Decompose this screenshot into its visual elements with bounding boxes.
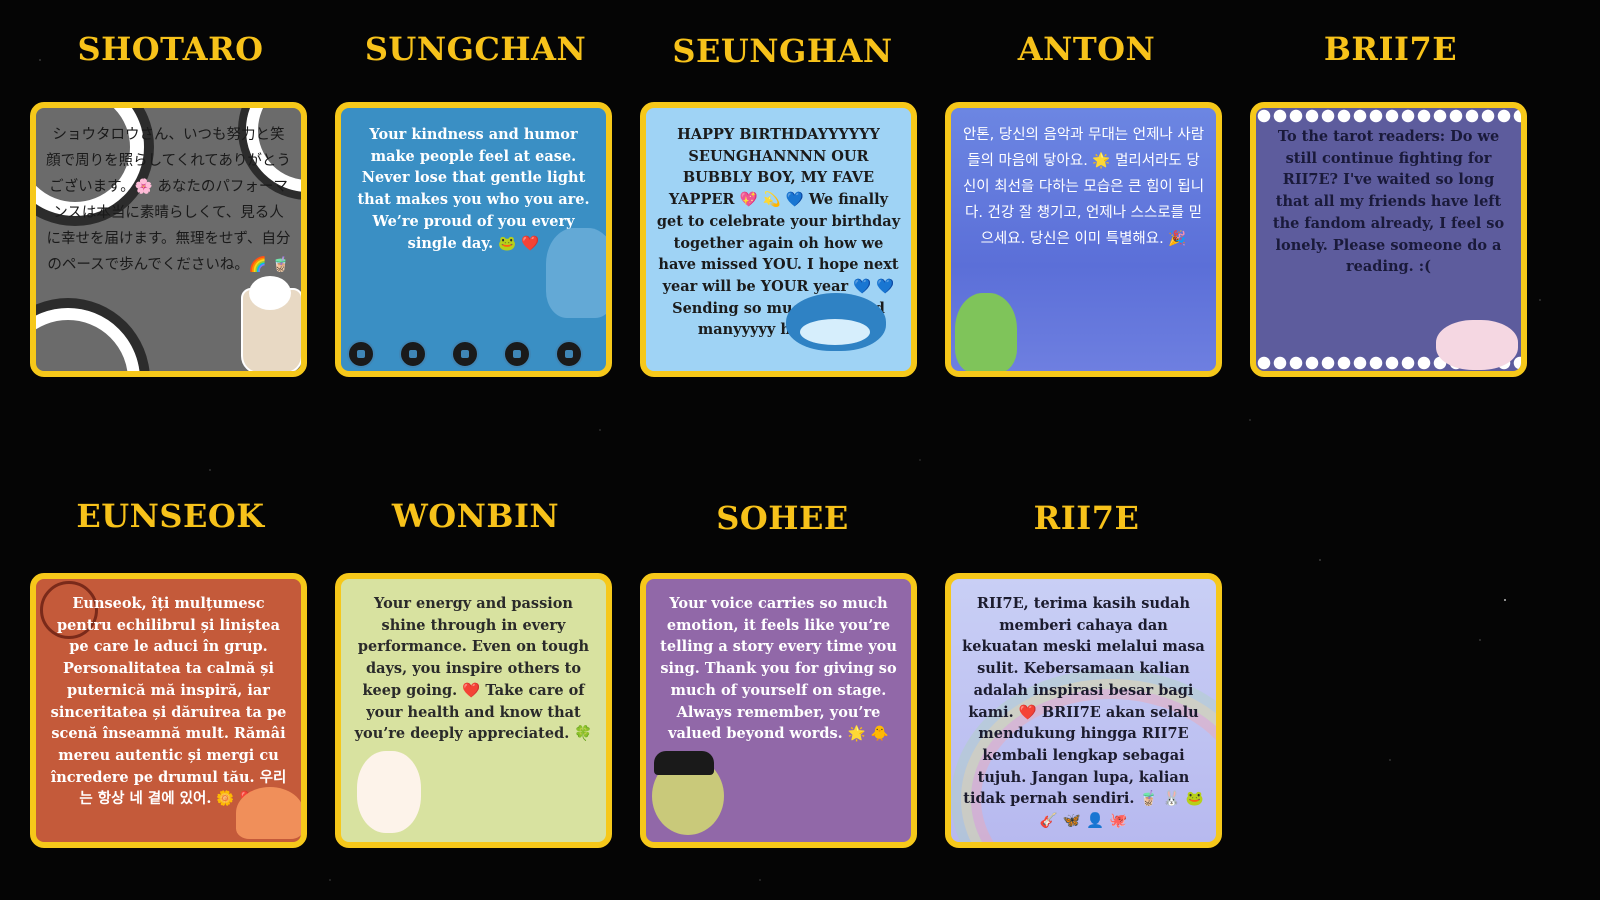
- soccer-ball-icon: [347, 340, 375, 368]
- mascot-sticker: [236, 787, 301, 839]
- card-shotaro: ショウタロウさん、いつも努力と笑顔で周りを照らしてくれてありがとうございます。🌸…: [30, 102, 307, 377]
- message-eunseok: Eunseok, îți mulțumesc pentru echilibrul…: [50, 595, 287, 808]
- message-rii7e: RII7E, terima kasih sudah memberi cahaya…: [962, 595, 1205, 830]
- lace-border: [1256, 108, 1521, 124]
- whale-sticker: [786, 293, 886, 351]
- dragon-plush-sticker: [546, 228, 606, 318]
- soccer-ball-icon: [451, 340, 479, 368]
- message-shotaro: ショウタロウさん、いつも努力と笑顔で周りを照らしてくれてありがとうございます。🌸…: [46, 127, 291, 273]
- message-brii7e: To the tarot readers: Do we still contin…: [1272, 128, 1505, 276]
- dinosaur-sticker: [955, 293, 1017, 371]
- title-shotaro: SHOTARO: [77, 30, 264, 68]
- card-sohee: Your voice carries so much emotion, it f…: [640, 573, 917, 848]
- title-rii7e: RII7E: [1033, 499, 1140, 537]
- card-wonbin: Your energy and passion shine through in…: [335, 573, 612, 848]
- card-seunghan: HAPPY BIRTHDAYYYYYY SEUNGHANNNN OUR BUBB…: [640, 102, 917, 377]
- soccer-ball-icon: [503, 340, 531, 368]
- bunny-sticker: [1436, 320, 1518, 370]
- card-sungchan: Your kindness and humor make people feel…: [335, 102, 612, 377]
- card-brii7e: To the tarot readers: Do we still contin…: [1250, 102, 1527, 377]
- card-anton: 안톤, 당신의 음악과 무대는 언제나 사람들의 마음에 닿아요. 🌟 멀리서라…: [945, 102, 1222, 377]
- message-anton: 안톤, 당신의 음악과 무대는 언제나 사람들의 마음에 닿아요. 🌟 멀리서라…: [962, 127, 1205, 247]
- chick-sticker: [652, 751, 724, 835]
- title-anton: ANTON: [1017, 30, 1156, 68]
- bunny-sticker: [357, 751, 421, 833]
- title-brii7e: BRII7E: [1323, 30, 1458, 68]
- title-eunseok: EUNSEOK: [76, 497, 265, 535]
- message-sohee: Your voice carries so much emotion, it f…: [660, 595, 897, 743]
- card-rii7e: RII7E, terima kasih sudah memberi cahaya…: [945, 573, 1222, 848]
- stripe-decoration: [36, 308, 140, 371]
- soccer-ball-icon: [555, 340, 583, 368]
- soccer-ball-icon: [399, 340, 427, 368]
- title-sungchan: SUNGCHAN: [364, 30, 587, 68]
- card-eunseok: Eunseok, îți mulțumesc pentru echilibrul…: [30, 573, 307, 848]
- bubble-tea-bear-sticker: [241, 276, 301, 371]
- title-seunghan: SEUNGHAN: [672, 32, 893, 70]
- title-wonbin: WONBIN: [391, 497, 560, 535]
- message-wonbin: Your energy and passion shine through in…: [354, 595, 593, 743]
- title-sohee: SOHEE: [716, 499, 849, 537]
